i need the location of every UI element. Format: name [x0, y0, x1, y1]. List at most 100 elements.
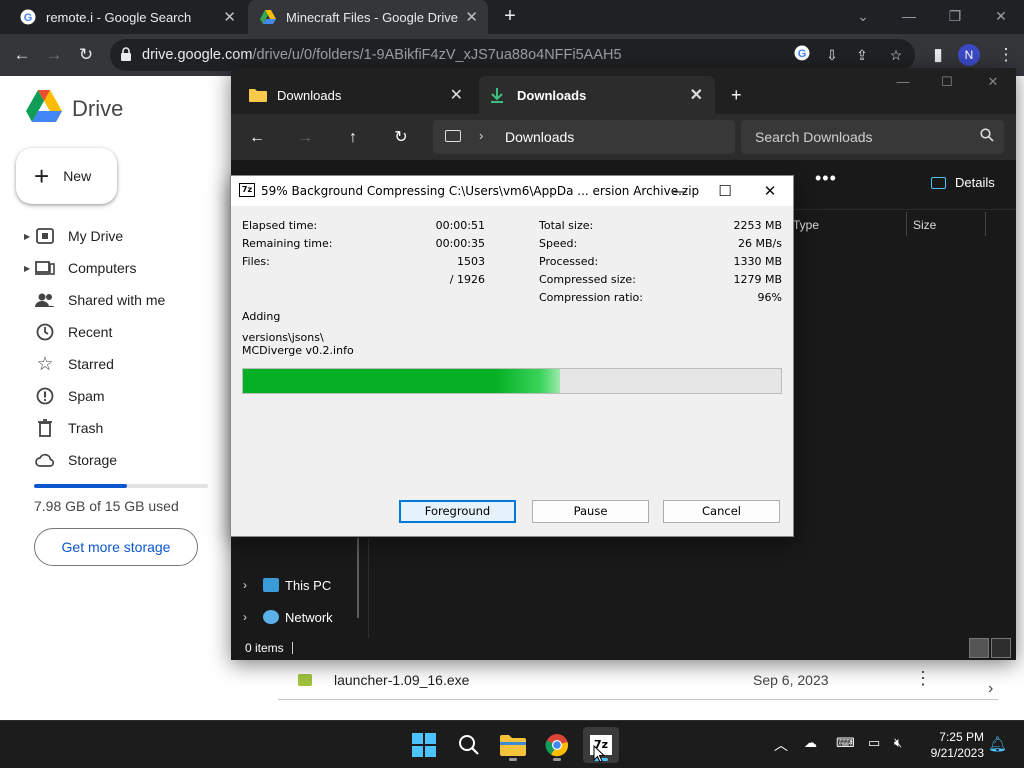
compressed-size-label: Compressed size: — [539, 273, 636, 286]
browser-tab-search[interactable]: G remote.i - Google Search ✕ — [8, 0, 246, 34]
explorer-search-box[interactable]: Search Downloads — [741, 120, 1004, 154]
taskbar-search-button[interactable] — [451, 727, 487, 763]
column-header-type[interactable]: Type — [793, 218, 819, 232]
close-tab-icon[interactable]: ✕ — [450, 85, 463, 105]
close-window-button[interactable]: ✕ — [973, 74, 1013, 94]
browser-tab-drive[interactable]: Minecraft Files - Google Drive ✕ — [248, 0, 488, 34]
nav-label: Storage — [68, 452, 118, 468]
close-tab-icon[interactable]: ✕ — [465, 8, 478, 26]
minimize-button[interactable]: — — [883, 74, 923, 94]
compression-ratio-label: Compression ratio: — [539, 291, 643, 304]
new-tab-button[interactable]: + — [498, 4, 522, 28]
column-header-size[interactable]: Size — [913, 218, 936, 232]
dialog-title-bar[interactable]: 7z 59% Background Compressing C:\Users\v… — [231, 176, 793, 206]
minimize-button[interactable]: — — [665, 180, 695, 202]
nav-recent[interactable]: Recent — [24, 316, 224, 348]
new-tab-button[interactable]: + — [731, 76, 755, 114]
more-options-icon[interactable]: ••• — [815, 168, 837, 189]
computers-icon — [34, 258, 56, 278]
system-clock[interactable]: 7:25 PM 9/21/2023 — [922, 729, 984, 761]
navigation-pane-scrollbar[interactable] — [357, 538, 359, 618]
expand-arrow-icon[interactable]: ▶ — [24, 232, 34, 241]
tree-label: Network — [285, 609, 333, 625]
clock-icon — [34, 322, 56, 342]
bookmark-star-icon[interactable]: ☆ — [886, 45, 906, 65]
restore-button[interactable]: ❐ — [932, 4, 978, 28]
tab-search-chevron-icon[interactable]: ⌄ — [840, 4, 886, 28]
expand-arrow-icon[interactable]: › — [243, 578, 255, 592]
tree-item-network[interactable]: › Network — [243, 607, 333, 627]
cancel-button[interactable]: Cancel — [663, 500, 780, 523]
foreground-button[interactable]: Foreground — [399, 500, 516, 523]
profile-avatar[interactable]: N — [958, 44, 980, 66]
explorer-address-bar[interactable]: › Downloads — [433, 120, 735, 154]
chevron-right-icon: › — [479, 128, 484, 143]
nav-starred[interactable]: ☆ Starred — [24, 348, 224, 380]
storage-usage-text: 7.98 GB of 15 GB used — [34, 498, 179, 514]
reload-button[interactable]: ↻ — [74, 43, 98, 67]
show-hidden-icons-chevron-icon[interactable]: ︿ — [774, 735, 788, 755]
keyboard-icon[interactable]: ⌨ — [836, 735, 855, 751]
nav-shared-with-me[interactable]: Shared with me — [24, 284, 224, 316]
nav-spam[interactable]: Spam — [24, 380, 224, 412]
close-window-button[interactable]: ✕ — [978, 4, 1024, 28]
close-tab-icon[interactable]: ✕ — [690, 85, 703, 105]
tree-item-this-pc[interactable]: › This PC — [243, 575, 331, 595]
taskbar-file-explorer[interactable] — [495, 727, 531, 763]
address-bar[interactable]: drive.google.com/drive/u/0/folders/1-9AB… — [110, 39, 915, 71]
taskbar-chrome[interactable] — [539, 727, 575, 763]
get-more-storage-button[interactable]: Get more storage — [34, 528, 198, 566]
details-pane-button[interactable]: Details — [931, 175, 995, 190]
install-app-icon[interactable]: ⇩ — [822, 45, 842, 65]
details-icon — [931, 176, 946, 189]
close-dialog-button[interactable]: ✕ — [755, 180, 785, 202]
start-button[interactable] — [406, 727, 442, 763]
exe-file-icon — [298, 674, 312, 686]
forward-button[interactable]: → — [42, 43, 66, 67]
expand-arrow-icon[interactable]: › — [243, 610, 255, 624]
google-lens-icon[interactable]: G — [792, 45, 812, 65]
minimize-button[interactable]: — — [886, 4, 932, 28]
column-divider[interactable] — [985, 212, 986, 236]
status-divider — [292, 642, 293, 654]
more-actions-icon[interactable]: ⋮ — [914, 668, 932, 689]
this-pc-icon — [263, 578, 279, 592]
forward-button[interactable]: → — [293, 126, 317, 150]
new-button-label: New — [63, 168, 92, 184]
network-status-icon[interactable]: ▭ — [868, 735, 880, 751]
back-button[interactable]: ← — [10, 43, 34, 67]
details-view-icon[interactable] — [969, 638, 989, 658]
notification-bell-icon[interactable]: 🔔︎ — [988, 735, 1007, 753]
pause-button[interactable]: Pause — [532, 500, 649, 523]
explorer-tab-downloads-2[interactable]: Downloads ✕ — [479, 76, 715, 114]
large-icons-view-icon[interactable] — [991, 638, 1011, 658]
chevron-right-icon[interactable]: › — [988, 680, 993, 698]
browser-menu-icon[interactable]: ⋮ — [994, 43, 1018, 67]
file-row[interactable]: launcher-1.09_16.exe Sep 6, 2023 ⋮ — [278, 666, 978, 696]
lock-icon — [121, 47, 131, 61]
url-path: /drive/u/0/folders/1-9ABikfiF4zV_xJS7ua8… — [252, 47, 622, 63]
explorer-tab-downloads-1[interactable]: Downloads ✕ — [239, 76, 475, 114]
side-panel-icon[interactable]: ▮ — [926, 43, 950, 67]
close-tab-icon[interactable]: ✕ — [223, 8, 236, 26]
network-icon — [263, 610, 279, 624]
nav-storage[interactable]: Storage — [24, 444, 224, 476]
current-directory: versions\jsons\ — [242, 331, 324, 344]
tab-title: Downloads — [517, 87, 587, 103]
total-size-value: 2253 MB — [733, 219, 782, 232]
share-icon[interactable]: ⇪ — [852, 45, 872, 65]
expand-arrow-icon[interactable]: ▶ — [24, 264, 34, 273]
svg-text:G: G — [798, 48, 807, 60]
maximize-button[interactable]: ☐ — [927, 74, 967, 94]
nav-trash[interactable]: Trash — [24, 412, 224, 444]
volume-muted-icon[interactable]: 🔇︎ — [894, 735, 902, 751]
onedrive-icon[interactable]: ☁ — [804, 735, 817, 751]
refresh-button[interactable]: ↻ — [389, 126, 413, 150]
column-divider[interactable] — [906, 212, 907, 236]
nav-my-drive[interactable]: ▶ My Drive — [24, 220, 224, 252]
maximize-button[interactable]: ☐ — [710, 180, 740, 202]
new-button[interactable]: + New — [16, 148, 117, 204]
back-button[interactable]: ← — [245, 126, 269, 150]
nav-computers[interactable]: ▶ Computers — [24, 252, 224, 284]
up-button[interactable]: ↑ — [341, 126, 365, 150]
